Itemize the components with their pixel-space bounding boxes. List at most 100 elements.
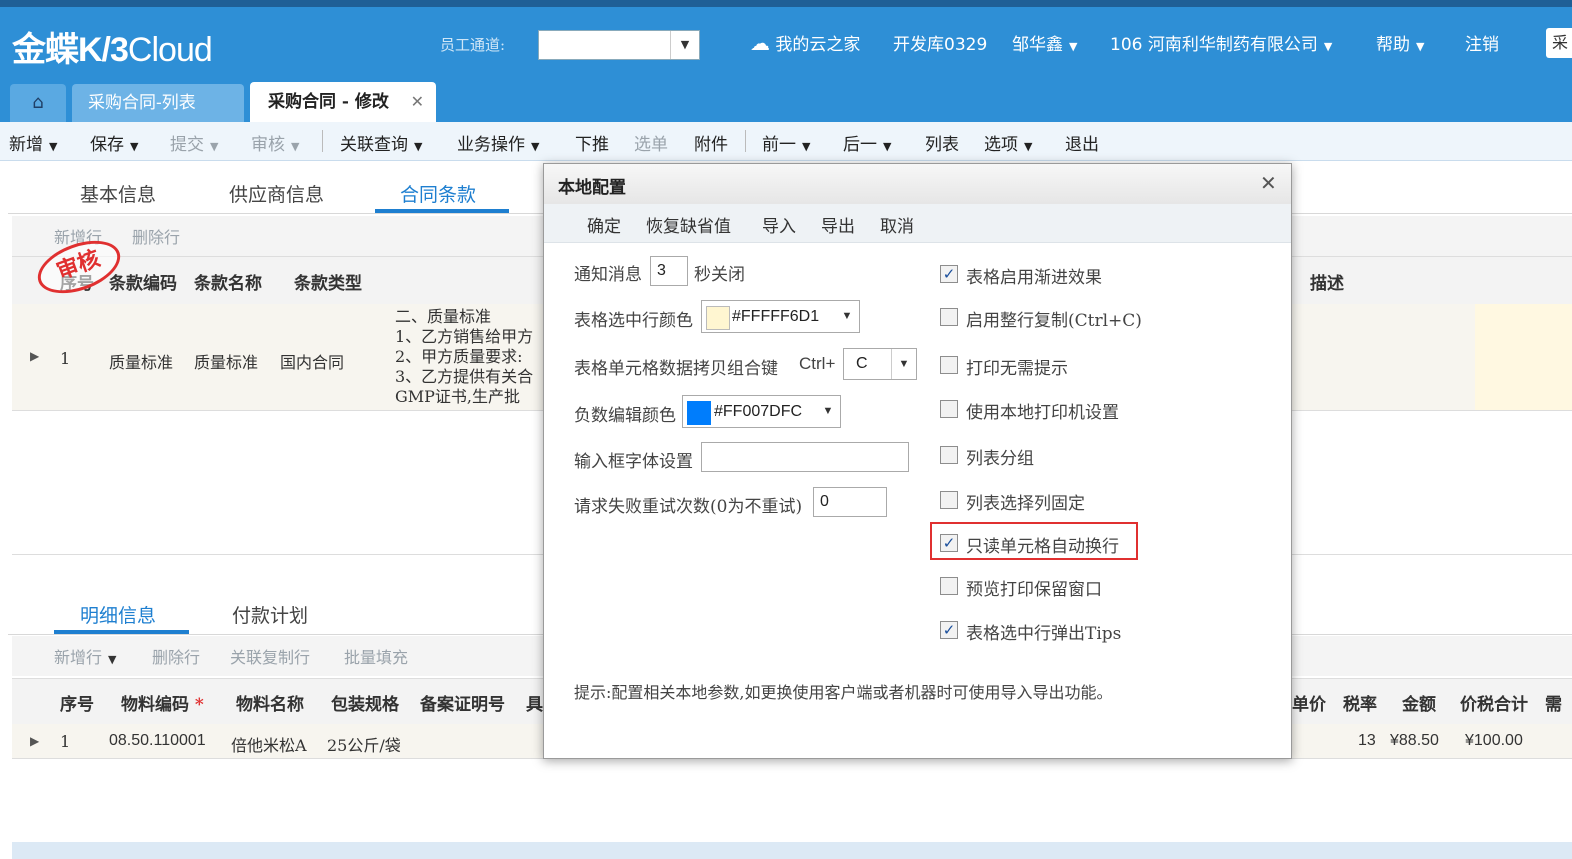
col-clause-name: 条款名称	[194, 274, 262, 294]
col-material-code: 物料编码 *	[121, 695, 204, 715]
home-tab[interactable]: ⌂	[10, 84, 66, 122]
user-menu[interactable]: 邹华鑫 ▼	[1012, 30, 1077, 55]
new-button[interactable]: 新增 ▼	[9, 130, 57, 155]
search-input[interactable]: 采	[1546, 28, 1572, 58]
business-ops-button[interactable]: 业务操作 ▼	[457, 130, 539, 155]
cancel-button[interactable]: 取消	[880, 212, 914, 237]
tab-supplier-info[interactable]: 供应商信息	[229, 180, 324, 207]
detail-add-row-button[interactable]: 新增行 ▼	[54, 644, 116, 668]
notify-seconds-input[interactable]: 3	[650, 256, 688, 286]
checkbox-label: 使用本地打印机设置	[966, 403, 1119, 423]
checkbox-row-copy[interactable]	[940, 308, 958, 326]
dev-lib-link[interactable]: 开发库0329	[893, 30, 987, 55]
checkbox-label: 列表选择列固定	[966, 494, 1085, 514]
retry-count-label: 请求失败重试次数(0为不重试)	[574, 497, 803, 517]
negative-color-picker[interactable]: #FF007DFC ▼	[682, 395, 841, 428]
checkbox-fixed-select-column[interactable]	[940, 491, 958, 509]
local-config-dialog: 本地配置 ✕ 确定 恢复缺省值 导入 导出 取消 通知消息 3 秒关闭 表格选中…	[543, 163, 1292, 759]
cell-material-name: 倍他米松A	[231, 736, 307, 755]
highlight-box	[930, 522, 1138, 560]
cloud-icon: ☁	[750, 31, 770, 55]
checkbox-preview-keep-window[interactable]	[940, 577, 958, 595]
cell-clause-name: 质量标准	[194, 353, 259, 372]
col-seq: 序号	[60, 695, 94, 715]
retry-count-input[interactable]: 0	[813, 487, 887, 517]
row-expand-icon[interactable]: ▶	[30, 349, 39, 363]
notify-suffix: 秒关闭	[694, 265, 745, 285]
checkbox-label: 列表分组	[966, 449, 1034, 469]
checkbox-label: 表格启用渐进效果	[966, 268, 1102, 288]
select-bill-button[interactable]: 选单	[634, 130, 668, 155]
row-color-picker[interactable]: #FFFFF6D1 ▼	[701, 300, 860, 333]
restore-defaults-button[interactable]: 恢复缺省值	[646, 212, 731, 237]
toolbar-divider	[322, 130, 323, 152]
exit-button[interactable]: 退出	[1065, 130, 1099, 155]
col-tax-rate: 税率	[1343, 695, 1377, 715]
negative-color-swatch	[687, 401, 711, 425]
list-button[interactable]: 列表	[925, 130, 959, 155]
attachment-button[interactable]: 附件	[694, 130, 728, 155]
tab-purchase-contract-list[interactable]: 采购合同-列表	[72, 84, 244, 122]
font-setting-input[interactable]	[701, 442, 909, 472]
cell-tax-rate: 13	[1358, 732, 1376, 749]
checkbox-label: 启用整行复制(Ctrl+C)	[966, 311, 1142, 331]
col-total: 价税合计	[1460, 695, 1528, 715]
col-demand: 需	[1545, 695, 1562, 715]
related-copy-row-button[interactable]: 关联复制行	[230, 644, 310, 668]
tab-payment-plan[interactable]: 付款计划	[232, 601, 308, 628]
options-button[interactable]: 选项 ▼	[984, 130, 1032, 155]
checkbox-row-tips[interactable]: ✓	[940, 621, 958, 639]
checkbox-local-printer[interactable]	[940, 400, 958, 418]
col-clause-type: 条款类型	[294, 274, 362, 294]
cell-total: ¥100.00	[1465, 732, 1523, 749]
dialog-title-bar[interactable]	[544, 164, 1291, 204]
col-pack-spec: 包装规格	[331, 695, 399, 715]
export-button[interactable]: 导出	[821, 212, 855, 237]
row-expand-icon[interactable]: ▶	[30, 734, 39, 748]
close-icon[interactable]: ✕	[411, 82, 424, 122]
chevron-down-icon: ▼	[891, 349, 916, 379]
chevron-down-icon: ▼	[841, 310, 853, 322]
dialog-hint: 提示:配置相关本地参数,如更换使用客户端或者机器时可使用导入导出功能。	[574, 683, 1113, 702]
batch-fill-button[interactable]: 批量填充	[344, 644, 408, 668]
confirm-button[interactable]: 确定	[587, 212, 621, 237]
chevron-down-icon: ▼	[822, 405, 834, 417]
import-button[interactable]: 导入	[762, 212, 796, 237]
tab-basic-info[interactable]: 基本信息	[80, 180, 156, 207]
main-toolbar: 新增 ▼ 保存 ▼ 提交 ▼ 审核 ▼ 关联查询 ▼ 业务操作 ▼ 下推 选单 附件 前一 ▼…	[0, 122, 1572, 161]
dialog-toolbar: 确定 恢复缺省值 导入 导出 取消	[544, 204, 1291, 243]
tab-detail-info[interactable]: 明细信息	[80, 601, 156, 628]
tab-contract-terms[interactable]: 合同条款	[400, 180, 476, 207]
home-icon: ⌂	[32, 92, 44, 113]
toolbar-divider	[745, 130, 746, 152]
checkbox-print-no-prompt[interactable]	[940, 356, 958, 374]
cell-clause-type: 国内合同	[280, 353, 345, 372]
col-partial: 具	[526, 695, 543, 715]
cell-clause-code: 质量标准	[109, 353, 174, 372]
help-menu[interactable]: 帮助 ▼	[1376, 30, 1424, 55]
font-setting-label: 输入框字体设置	[574, 452, 693, 472]
push-down-button[interactable]: 下推	[575, 130, 609, 155]
audit-button[interactable]: 审核 ▼	[251, 130, 299, 155]
org-menu[interactable]: 106 河南利华制药有限公司 ▼	[1110, 30, 1332, 55]
checkbox-progressive-effect[interactable]: ✓	[940, 265, 958, 283]
copy-key-select[interactable]: C ▼	[843, 348, 917, 380]
related-query-button[interactable]: 关联查询 ▼	[340, 130, 422, 155]
clause-delete-row-button[interactable]: 删除行	[132, 224, 180, 248]
previous-button[interactable]: 前一 ▼	[762, 130, 810, 155]
close-icon[interactable]: ✕	[1260, 171, 1277, 195]
col-material-name: 物料名称	[236, 695, 304, 715]
logout-link[interactable]: 注销	[1465, 30, 1499, 55]
tab-purchase-contract-edit[interactable]: 采购合同 - 修改 ✕	[250, 82, 436, 122]
submit-button[interactable]: 提交 ▼	[170, 130, 218, 155]
checkbox-label: 打印无需提示	[966, 359, 1068, 379]
cloud-home-link[interactable]: ☁ 我的云之家	[750, 30, 860, 55]
staff-channel-select[interactable]: ▼	[538, 30, 700, 60]
detail-delete-row-button[interactable]: 删除行	[152, 644, 200, 668]
next-button[interactable]: 后一 ▼	[843, 130, 891, 155]
staff-channel-label: 员工通道:	[440, 36, 506, 54]
cell-seq: 1	[60, 349, 71, 368]
checkbox-list-group[interactable]	[940, 446, 958, 464]
save-button[interactable]: 保存 ▼	[90, 130, 138, 155]
summary-row	[12, 842, 1572, 859]
